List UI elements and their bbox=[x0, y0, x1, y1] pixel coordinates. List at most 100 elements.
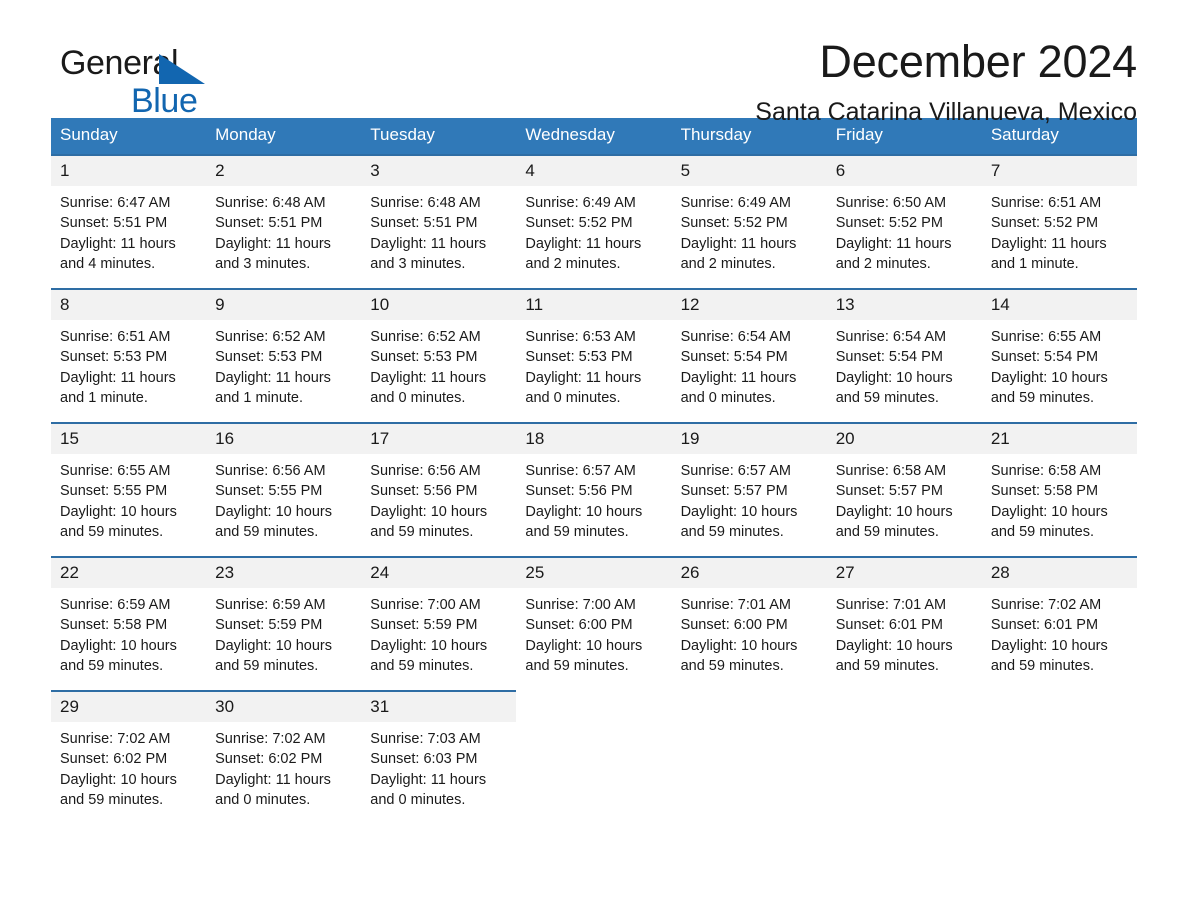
daylight-text: Daylight: 11 hours and 3 minutes. bbox=[370, 235, 487, 272]
daylight-text: Daylight: 11 hours and 0 minutes. bbox=[525, 369, 642, 406]
calendar-page: General Blue December 2024 Santa Catarin… bbox=[0, 0, 1188, 918]
sunset-text: Sunset: 5:54 PM bbox=[680, 349, 788, 366]
daylight-text: Daylight: 11 hours and 0 minutes. bbox=[370, 771, 487, 808]
sunrise-text: Sunrise: 6:59 AM bbox=[60, 597, 171, 614]
day-cell[interactable]: 29 Sunrise: 7:02 AM Sunset: 6:02 PM Dayl… bbox=[51, 689, 207, 825]
sunrise-text: Sunrise: 7:03 AM bbox=[370, 731, 481, 748]
day-cell[interactable]: 19 Sunrise: 6:57 AM Sunset: 5:57 PM Dayl… bbox=[671, 421, 827, 557]
calendar-week-row: 1 Sunrise: 6:47 AM Sunset: 5:51 PM Dayli… bbox=[51, 153, 1137, 289]
sunrise-text: Sunrise: 6:48 AM bbox=[215, 195, 326, 212]
sunset-text: Sunset: 6:00 PM bbox=[525, 617, 633, 634]
sunset-text: Sunset: 5:59 PM bbox=[215, 617, 323, 634]
daylight-text: Daylight: 10 hours and 59 minutes. bbox=[60, 637, 177, 674]
sunrise-text: Sunrise: 7:01 AM bbox=[680, 597, 791, 614]
sunset-text: Sunset: 6:01 PM bbox=[990, 617, 1099, 634]
sunrise-text: Sunrise: 6:56 AM bbox=[215, 463, 326, 480]
day-cell[interactable]: 4 Sunrise: 6:49 AM Sunset: 5:52 PM Dayli… bbox=[516, 153, 672, 289]
day-number: 27 bbox=[826, 557, 982, 589]
day-number bbox=[671, 691, 827, 720]
sunset-text: Sunset: 5:51 PM bbox=[60, 215, 168, 232]
sunrise-text: Sunrise: 6:57 AM bbox=[680, 463, 791, 480]
day-cell[interactable]: 21 Sunrise: 6:58 AM Sunset: 5:58 PM Dayl… bbox=[981, 421, 1137, 557]
sunrise-text: Sunrise: 7:01 AM bbox=[835, 597, 947, 614]
day-number: 17 bbox=[361, 423, 517, 455]
day-cell[interactable]: 31 Sunrise: 7:03 AM Sunset: 6:03 PM Dayl… bbox=[361, 689, 517, 825]
day-cell[interactable]: 1 Sunrise: 6:47 AM Sunset: 5:51 PM Dayli… bbox=[51, 153, 207, 289]
sunset-text: Sunset: 5:52 PM bbox=[680, 215, 788, 232]
sunrise-text: Sunrise: 6:56 AM bbox=[370, 463, 481, 480]
day-cell[interactable]: 22 Sunrise: 6:59 AM Sunset: 5:58 PM Dayl… bbox=[51, 555, 207, 691]
day-cell[interactable]: 16 Sunrise: 6:56 AM Sunset: 5:55 PM Dayl… bbox=[206, 421, 362, 557]
sunset-text: Sunset: 5:53 PM bbox=[60, 349, 168, 366]
day-cell[interactable]: 30 Sunrise: 7:02 AM Sunset: 6:02 PM Dayl… bbox=[206, 689, 362, 825]
day-cell[interactable]: 14 Sunrise: 6:55 AM Sunset: 5:54 PM Dayl… bbox=[981, 287, 1137, 423]
day-cell[interactable]: 23 Sunrise: 6:59 AM Sunset: 5:59 PM Dayl… bbox=[206, 555, 362, 691]
daylight-text: Daylight: 11 hours and 2 minutes. bbox=[680, 235, 797, 272]
day-info: Sunrise: 6:58 AM Sunset: 5:57 PM Dayligh… bbox=[827, 454, 982, 542]
day-cell[interactable]: 25 Sunrise: 7:00 AM Sunset: 6:00 PM Dayl… bbox=[516, 555, 672, 691]
sunset-text: Sunset: 5:51 PM bbox=[370, 215, 478, 232]
sunset-text: Sunset: 5:56 PM bbox=[370, 483, 478, 500]
day-cell[interactable]: 17 Sunrise: 6:56 AM Sunset: 5:56 PM Dayl… bbox=[361, 421, 517, 557]
day-cell[interactable]: 27 Sunrise: 7:01 AM Sunset: 6:01 PM Dayl… bbox=[826, 555, 982, 691]
day-cell[interactable]: 8 Sunrise: 6:51 AM Sunset: 5:53 PM Dayli… bbox=[51, 287, 207, 423]
day-number bbox=[516, 691, 672, 720]
sunrise-text: Sunrise: 6:58 AM bbox=[990, 463, 1102, 480]
day-cell[interactable]: 3 Sunrise: 6:48 AM Sunset: 5:51 PM Dayli… bbox=[361, 153, 517, 289]
day-cell[interactable]: 11 Sunrise: 6:53 AM Sunset: 5:53 PM Dayl… bbox=[516, 287, 672, 423]
daylight-text: Daylight: 10 hours and 59 minutes. bbox=[680, 503, 798, 540]
day-cell[interactable]: 28 Sunrise: 7:02 AM Sunset: 6:01 PM Dayl… bbox=[981, 555, 1137, 691]
day-cell[interactable]: 20 Sunrise: 6:58 AM Sunset: 5:57 PM Dayl… bbox=[826, 421, 982, 557]
sunset-text: Sunset: 5:54 PM bbox=[835, 349, 943, 366]
day-cell[interactable]: 9 Sunrise: 6:52 AM Sunset: 5:53 PM Dayli… bbox=[206, 287, 362, 423]
day-info: Sunrise: 6:47 AM Sunset: 5:51 PM Dayligh… bbox=[51, 186, 206, 274]
day-info: Sunrise: 6:55 AM Sunset: 5:55 PM Dayligh… bbox=[51, 454, 206, 542]
sunrise-text: Sunrise: 6:51 AM bbox=[60, 329, 171, 346]
day-info: Sunrise: 6:57 AM Sunset: 5:57 PM Dayligh… bbox=[672, 454, 827, 542]
calendar-body: 1 Sunrise: 6:47 AM Sunset: 5:51 PM Dayli… bbox=[51, 153, 1137, 825]
day-cell[interactable]: 15 Sunrise: 6:55 AM Sunset: 5:55 PM Dayl… bbox=[51, 421, 207, 557]
generalblue-logo[interactable]: General Blue bbox=[60, 46, 280, 118]
calendar-week-row: 22 Sunrise: 6:59 AM Sunset: 5:58 PM Dayl… bbox=[51, 555, 1137, 691]
day-number: 6 bbox=[826, 155, 982, 187]
day-cell[interactable]: 6 Sunrise: 6:50 AM Sunset: 5:52 PM Dayli… bbox=[826, 153, 982, 289]
sunset-text: Sunset: 5:53 PM bbox=[370, 349, 478, 366]
day-cell[interactable]: 10 Sunrise: 6:52 AM Sunset: 5:53 PM Dayl… bbox=[361, 287, 517, 423]
day-cell[interactable]: 26 Sunrise: 7:01 AM Sunset: 6:00 PM Dayl… bbox=[671, 555, 827, 691]
daylight-text: Daylight: 10 hours and 59 minutes. bbox=[680, 637, 798, 674]
day-cell[interactable]: 18 Sunrise: 6:57 AM Sunset: 5:56 PM Dayl… bbox=[516, 421, 672, 557]
day-cell[interactable]: 7 Sunrise: 6:51 AM Sunset: 5:52 PM Dayli… bbox=[981, 153, 1137, 289]
daylight-text: Daylight: 10 hours and 59 minutes. bbox=[370, 637, 488, 674]
sunrise-text: Sunrise: 7:02 AM bbox=[215, 731, 326, 748]
day-info: Sunrise: 6:56 AM Sunset: 5:55 PM Dayligh… bbox=[206, 454, 361, 542]
day-cell[interactable]: 5 Sunrise: 6:49 AM Sunset: 5:52 PM Dayli… bbox=[671, 153, 827, 289]
day-info: Sunrise: 6:59 AM Sunset: 5:58 PM Dayligh… bbox=[51, 588, 206, 676]
day-info: Sunrise: 6:57 AM Sunset: 5:56 PM Dayligh… bbox=[516, 454, 671, 542]
day-info: Sunrise: 6:58 AM Sunset: 5:58 PM Dayligh… bbox=[982, 454, 1137, 542]
sunrise-text: Sunrise: 6:57 AM bbox=[525, 463, 636, 480]
day-info: Sunrise: 6:51 AM Sunset: 5:52 PM Dayligh… bbox=[982, 186, 1137, 274]
logo-text-general: General bbox=[60, 46, 280, 84]
day-info: Sunrise: 7:00 AM Sunset: 6:00 PM Dayligh… bbox=[516, 588, 671, 676]
daylight-text: Daylight: 11 hours and 1 minute. bbox=[990, 235, 1107, 272]
sunset-text: Sunset: 5:55 PM bbox=[215, 483, 323, 500]
day-number: 24 bbox=[361, 557, 517, 589]
day-number: 14 bbox=[981, 289, 1137, 321]
day-number bbox=[981, 691, 1137, 720]
day-number: 29 bbox=[51, 691, 207, 723]
day-number: 15 bbox=[51, 423, 207, 455]
day-number: 5 bbox=[671, 155, 827, 187]
day-cell[interactable]: 24 Sunrise: 7:00 AM Sunset: 5:59 PM Dayl… bbox=[361, 555, 517, 691]
sunrise-text: Sunrise: 6:48 AM bbox=[370, 195, 481, 212]
day-number: 28 bbox=[981, 557, 1137, 589]
day-number: 1 bbox=[51, 155, 207, 187]
day-cell[interactable]: 13 Sunrise: 6:54 AM Sunset: 5:54 PM Dayl… bbox=[826, 287, 982, 423]
daylight-text: Daylight: 11 hours and 0 minutes. bbox=[680, 369, 797, 406]
sunrise-text: Sunrise: 6:49 AM bbox=[680, 195, 791, 212]
day-cell[interactable]: 12 Sunrise: 6:54 AM Sunset: 5:54 PM Dayl… bbox=[671, 287, 827, 423]
sunrise-text: Sunrise: 6:54 AM bbox=[835, 329, 947, 346]
day-info: Sunrise: 7:00 AM Sunset: 5:59 PM Dayligh… bbox=[361, 588, 516, 676]
day-info: Sunrise: 7:02 AM Sunset: 6:02 PM Dayligh… bbox=[51, 722, 206, 810]
day-cell[interactable]: 2 Sunrise: 6:48 AM Sunset: 5:51 PM Dayli… bbox=[206, 153, 362, 289]
logo-blue-label: Blue bbox=[131, 82, 198, 120]
